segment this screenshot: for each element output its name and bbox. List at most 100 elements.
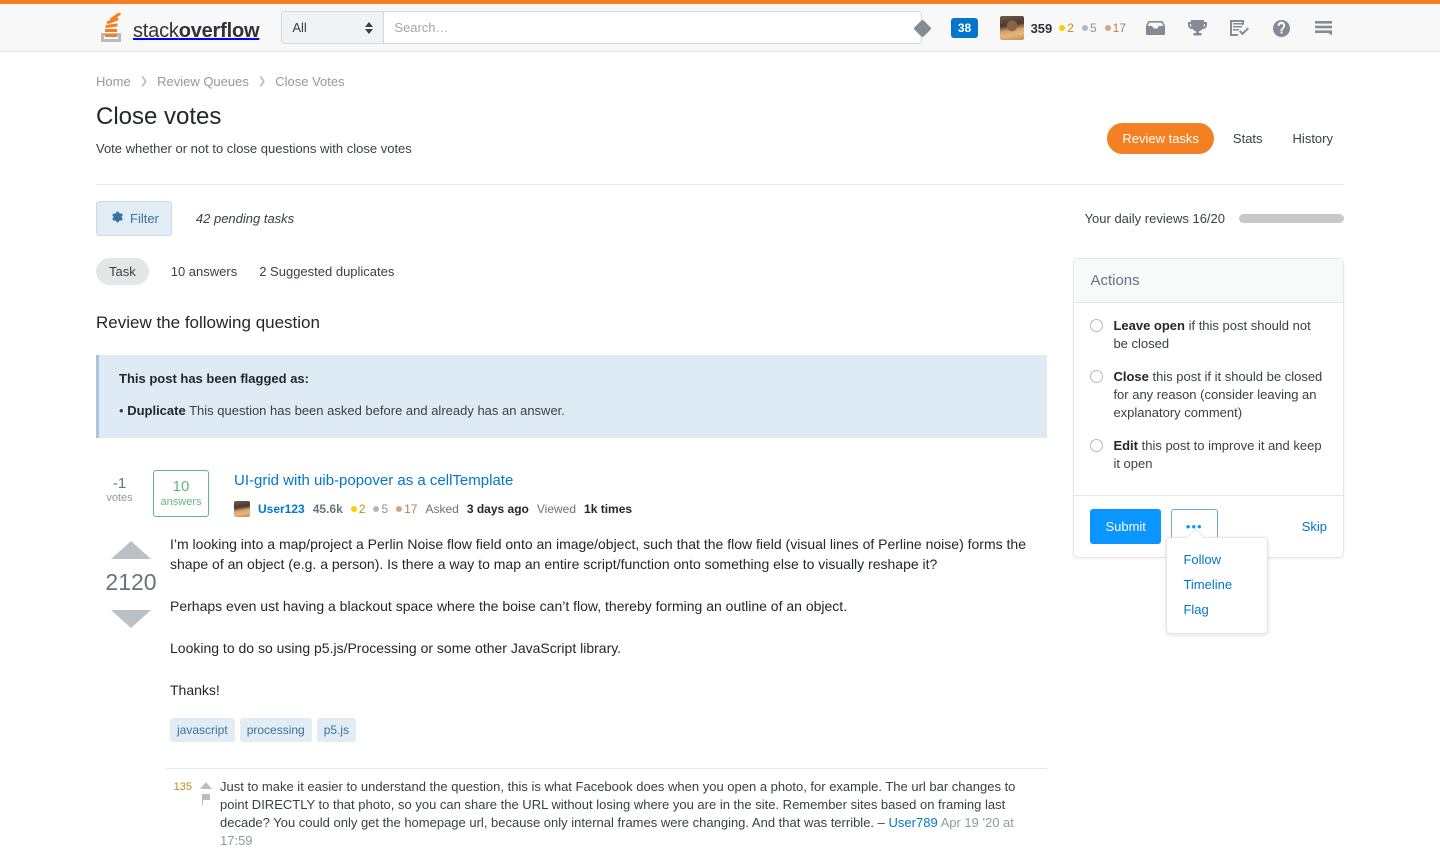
- comment-flag-icon[interactable]: [201, 794, 211, 806]
- review-icon[interactable]: [1218, 4, 1260, 52]
- comment-actions: [192, 778, 220, 850]
- search-input[interactable]: [384, 11, 923, 44]
- asked-label: Asked: [425, 502, 459, 516]
- search-scope-select[interactable]: All: [281, 11, 385, 44]
- subtab-suggested-duplicates[interactable]: 2 Suggested duplicates: [259, 264, 394, 279]
- upvote-arrow-icon[interactable]: [111, 541, 151, 559]
- question-silver-badge: 5: [373, 502, 388, 516]
- downvote-arrow-icon[interactable]: [111, 610, 151, 628]
- trophy-icon[interactable]: [1176, 4, 1218, 52]
- page-nav-tabs: Review tasks Stats History: [1107, 123, 1344, 154]
- subtab-answers[interactable]: 10 answers: [171, 264, 237, 279]
- tag-javascript[interactable]: javascript: [170, 718, 235, 743]
- question-answers-box: 10 answers: [153, 470, 209, 517]
- page-title-row: Close votes Vote whether or not to close…: [96, 103, 1344, 156]
- content-wrapper: Task 10 answers 2 Suggested duplicates R…: [96, 258, 1344, 857]
- comment-dash: –: [877, 815, 885, 831]
- comment-upvote-icon[interactable]: [200, 782, 212, 790]
- review-toolbar: Filter 42 pending tasks Your daily revie…: [96, 184, 1344, 236]
- reputation-change-badge[interactable]: 38: [944, 4, 986, 52]
- breadcrumb-home[interactable]: Home: [96, 74, 131, 89]
- comment-score: 135: [173, 781, 192, 794]
- asked-value: 3 days ago: [466, 502, 529, 516]
- post-paragraph: Thanks!: [170, 681, 220, 698]
- toolbar-left: Filter 42 pending tasks: [96, 201, 294, 236]
- post-vote-column: 2120: [96, 535, 166, 742]
- comment-body: Just to make it easier to understand the…: [220, 778, 1047, 850]
- question-author-reputation: 45.6k: [312, 502, 343, 516]
- option-label-close: Close this post if it should be closed f…: [1113, 369, 1323, 420]
- action-option-edit[interactable]: Edit this post to improve it and keep it…: [1090, 437, 1327, 472]
- question-answers-label: answers: [160, 495, 202, 508]
- filter-button-label: Filter: [130, 211, 159, 226]
- popover-item-flag[interactable]: Flag: [1167, 597, 1267, 622]
- diamond-icon[interactable]: [902, 4, 944, 52]
- flag-reason-text: This question has been asked before and …: [189, 403, 565, 418]
- comment-item: 135 Just to make it easier to understand…: [166, 769, 1047, 857]
- radio-close[interactable]: [1090, 370, 1104, 384]
- submit-button[interactable]: Submit: [1090, 508, 1161, 544]
- question-meta: UI-grid with uib-popover as a cellTempla…: [234, 470, 632, 517]
- comment-author-link[interactable]: User789: [889, 815, 938, 830]
- pending-tasks-count: 42 pending tasks: [195, 211, 295, 226]
- popover-item-timeline[interactable]: Timeline: [1167, 572, 1267, 597]
- bronze-badge: 17: [1104, 21, 1126, 35]
- breadcrumb-close-votes[interactable]: Close Votes: [275, 74, 344, 89]
- post-score: 2120: [105, 569, 157, 595]
- tag-p5js[interactable]: p5.js: [316, 718, 357, 743]
- gear-icon: [109, 210, 123, 227]
- flag-notice: This post has been flagged as: • Duplica…: [96, 355, 1048, 438]
- hamburger-icon[interactable]: [1302, 4, 1344, 52]
- header-right-cluster: 38 359 2 5 17: [902, 4, 1344, 52]
- post-paragraph: I’m looking into a map/project a Perlin …: [170, 536, 1026, 572]
- main-column: Task 10 answers 2 Suggested duplicates R…: [96, 258, 1048, 857]
- daily-reviews-block: Your daily reviews 16/20: [1085, 211, 1344, 226]
- radio-edit[interactable]: [1090, 439, 1104, 453]
- tag-processing[interactable]: processing: [239, 718, 312, 743]
- stackoverflow-logo[interactable]: stackoverflow: [100, 11, 260, 43]
- page-container: Home ❯ Review Queues ❯ Close Votes Close…: [0, 52, 1440, 857]
- badge-counts: 2 5 17: [1059, 21, 1126, 35]
- action-option-leave-open[interactable]: Leave open if this post should not be cl…: [1090, 317, 1327, 352]
- post-row: 2120 I’m looking into a map/project a Pe…: [96, 535, 1047, 743]
- action-option-close[interactable]: Close this post if it should be closed f…: [1090, 368, 1327, 421]
- logo-wordmark: stackoverflow: [133, 19, 260, 42]
- help-icon[interactable]: [1260, 4, 1302, 52]
- post-body: I’m looking into a map/project a Perlin …: [166, 535, 1047, 743]
- comments-list: 135 Just to make it easier to understand…: [166, 768, 1048, 857]
- flag-notice-title: This post has been flagged as:: [119, 371, 309, 386]
- filter-button[interactable]: Filter: [96, 201, 172, 236]
- section-title: Review the following question: [96, 313, 320, 332]
- skip-link[interactable]: Skip: [1302, 519, 1327, 534]
- reputation-value: 359: [1030, 20, 1053, 36]
- question-votes-number: -1: [112, 475, 127, 492]
- tab-history[interactable]: History: [1282, 123, 1344, 154]
- question-meta-row: User123 45.6k 2 5 17 Asked 3 days ago Vi…: [234, 501, 632, 517]
- chevron-updown-icon: [365, 21, 374, 34]
- search-bar: All: [281, 11, 923, 44]
- silver-badge: 5: [1081, 21, 1097, 35]
- radio-leave-open[interactable]: [1090, 319, 1104, 332]
- question-answers-number: 10: [172, 478, 190, 496]
- task-subtabs: Task 10 answers 2 Suggested duplicates: [96, 258, 1047, 285]
- tab-review-tasks[interactable]: Review tasks: [1107, 123, 1214, 154]
- question-title-link[interactable]: UI-grid with uib-popover as a cellTempla…: [234, 472, 513, 489]
- option-label-edit: Edit this post to improve it and keep it…: [1113, 438, 1322, 472]
- popover-item-follow[interactable]: Follow: [1167, 547, 1267, 572]
- option-label-leave-open: Leave open if this post should not be cl…: [1113, 318, 1311, 351]
- subtab-task[interactable]: Task: [96, 258, 149, 285]
- inbox-icon[interactable]: [1134, 4, 1176, 52]
- breadcrumb: Home ❯ Review Queues ❯ Close Votes: [96, 52, 1344, 89]
- user-card[interactable]: 359 2 5 17: [999, 16, 1126, 40]
- stack-logo-icon: [100, 11, 126, 43]
- actions-options: Leave open if this post should not be cl…: [1074, 303, 1343, 495]
- daily-reviews-label: Your daily reviews 16/20: [1084, 211, 1225, 226]
- post-paragraph: Perhaps even ust having a blackout space…: [170, 597, 848, 614]
- breadcrumb-separator-icon: ❯: [139, 76, 149, 87]
- more-options-popover: Follow Timeline Flag: [1166, 537, 1269, 634]
- question-author-link[interactable]: User123: [258, 502, 305, 516]
- question-gold-badge: 2: [350, 502, 365, 516]
- tab-stats[interactable]: Stats: [1222, 123, 1274, 154]
- question-votes-label: votes: [106, 492, 133, 505]
- breadcrumb-review-queues[interactable]: Review Queues: [157, 74, 249, 89]
